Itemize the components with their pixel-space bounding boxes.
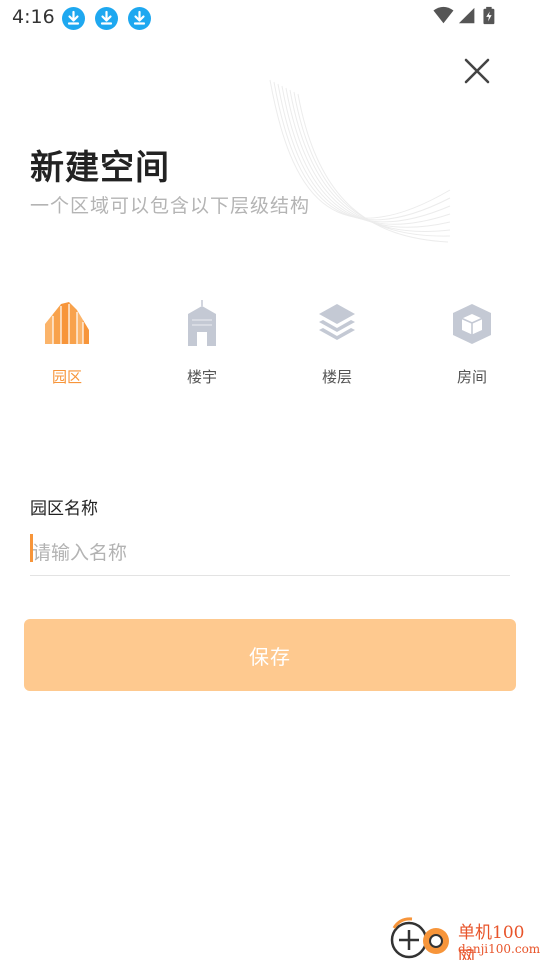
floor-layers-icon xyxy=(319,304,355,340)
type-tab-building[interactable]: 楼宇 xyxy=(154,296,250,392)
battery-charging-icon xyxy=(483,6,495,25)
type-tab-label: 楼层 xyxy=(321,368,352,386)
watermark-logo-icon xyxy=(390,917,449,959)
type-tab-label: 楼宇 xyxy=(186,368,217,386)
page-title: 新建空间 xyxy=(30,148,170,188)
cellular-signal-icon xyxy=(458,7,475,24)
system-status-icons xyxy=(433,6,495,25)
decorative-curves xyxy=(269,79,451,243)
close-icon xyxy=(464,58,490,84)
text-cursor xyxy=(30,534,33,562)
close-button[interactable] xyxy=(460,54,494,88)
name-input[interactable] xyxy=(30,530,510,576)
watermark-url: danji100.com xyxy=(458,942,540,956)
building-icon xyxy=(188,300,216,346)
status-bar: 4:16 xyxy=(0,0,540,36)
download-icon xyxy=(62,7,85,30)
park-buildings-icon xyxy=(45,302,89,344)
type-tab-room[interactable]: 房间 xyxy=(424,296,520,392)
status-time: 4:16 xyxy=(12,6,55,28)
type-tab-park[interactable]: 园区 xyxy=(19,296,115,392)
type-tab-label: 房间 xyxy=(456,368,487,386)
field-label: 园区名称 xyxy=(30,499,98,519)
page-subtitle: 一个区域可以包含以下层级结构 xyxy=(30,195,311,217)
download-icon xyxy=(95,7,118,30)
download-icon xyxy=(128,7,151,30)
type-tab-label: 园区 xyxy=(51,368,82,386)
watermark: 单机100网 danji100.com xyxy=(388,914,540,960)
room-cube-icon xyxy=(453,304,491,344)
save-button[interactable]: 保存 xyxy=(24,619,516,691)
wifi-icon xyxy=(433,6,454,24)
type-tab-floor[interactable]: 楼层 xyxy=(289,296,385,392)
